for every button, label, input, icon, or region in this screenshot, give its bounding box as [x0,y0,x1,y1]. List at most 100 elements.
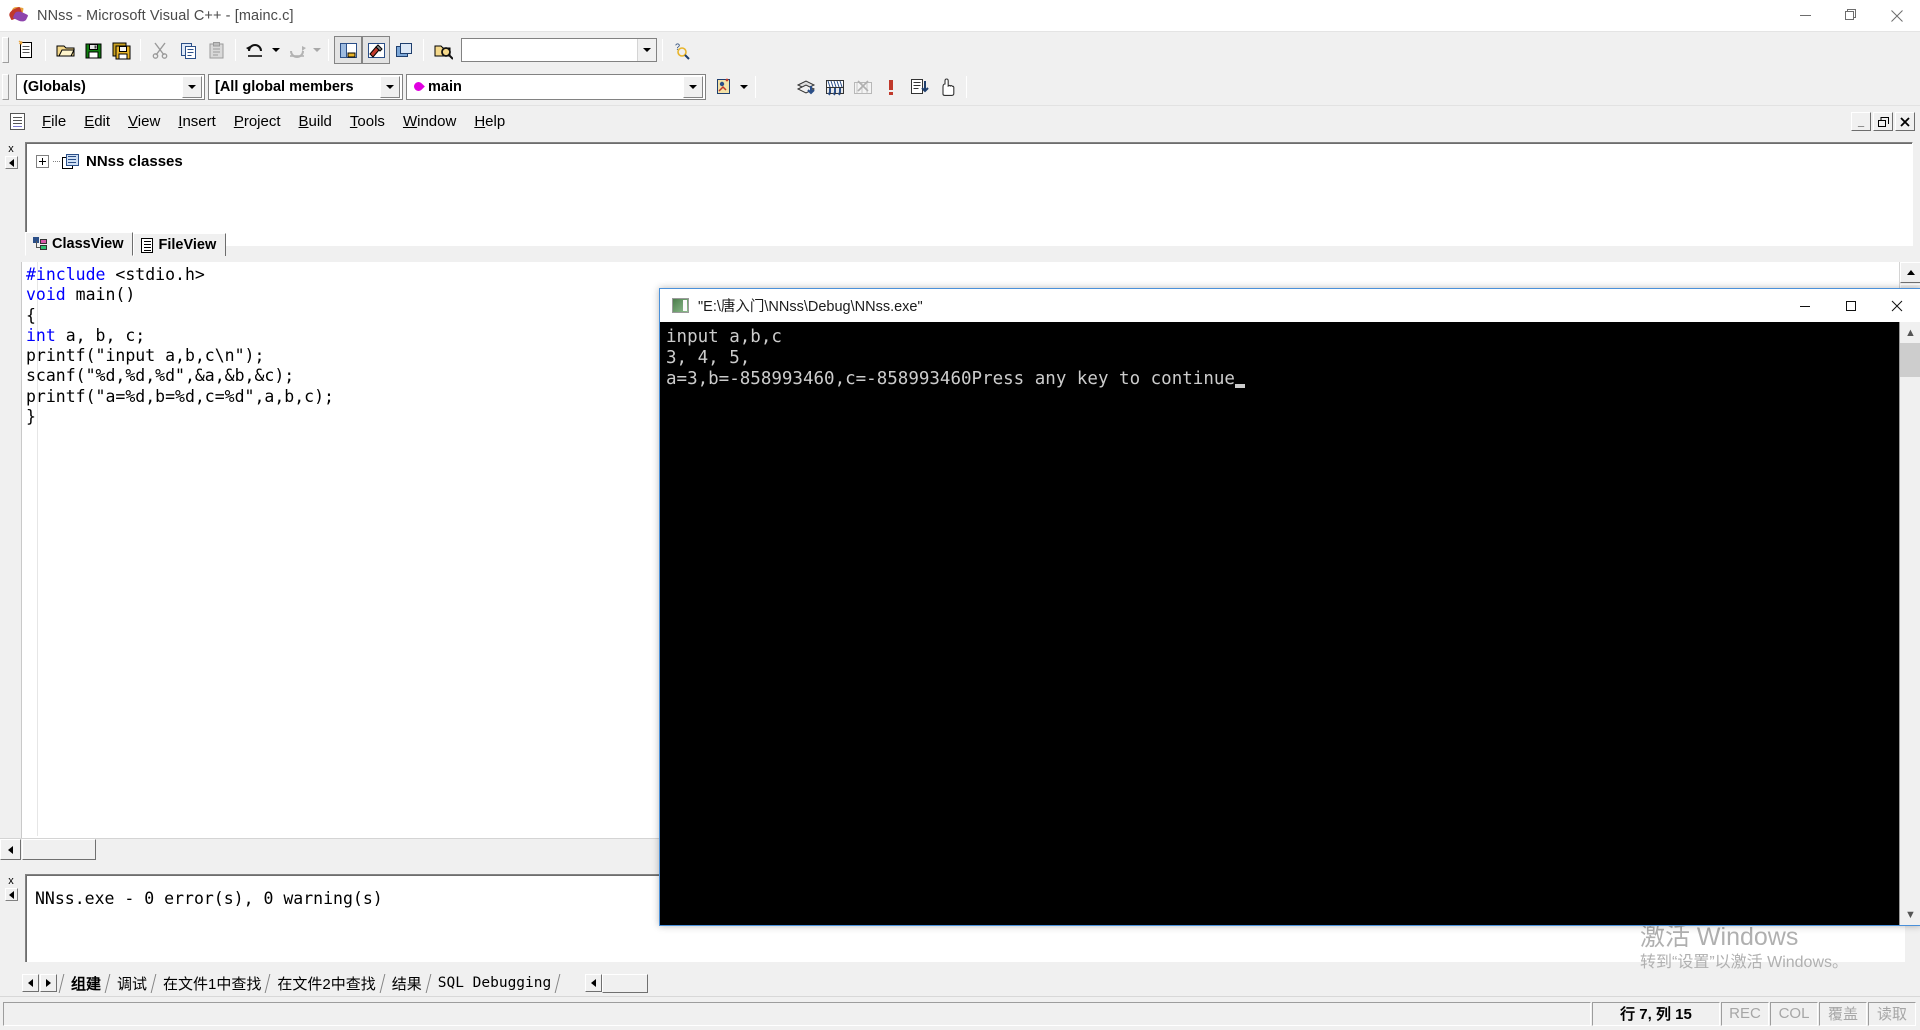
build-icon[interactable] [821,73,849,101]
console-titlebar[interactable]: "E:\唐入门\NNss\Debug\NNss.exe" [660,289,1920,322]
output-tab-sql-debugging[interactable]: SQL Debugging [436,975,554,991]
wizardbar-actions-icon[interactable] [709,73,737,101]
window-minimize-button[interactable] [1782,0,1828,32]
console-maximize-button[interactable] [1828,290,1874,322]
mdi-minimize-button[interactable]: _ [1851,112,1871,131]
tab-classview[interactable]: ClassView [25,232,134,256]
wizardbar-grip[interactable] [2,73,9,100]
output-tabs-scroll-left[interactable] [22,974,39,992]
output-tab-results[interactable]: 结果 [390,973,424,994]
go-debug-icon[interactable] [933,73,961,101]
new-text-file-icon[interactable] [12,36,40,64]
output-hscroll-left-button[interactable] [585,974,603,992]
console-cursor [1234,384,1245,388]
save-icon[interactable] [79,36,107,64]
output-tab-find-in-files-2[interactable]: 在文件2中查找 [275,973,377,994]
workspace-dock-button[interactable] [4,156,18,169]
menu-item-window[interactable]: Window [394,113,465,130]
open-folder-icon[interactable] [51,36,79,64]
window-close-button[interactable] [1874,0,1920,32]
menu-item-file[interactable]: File [33,113,75,130]
redo-icon[interactable] [282,36,310,64]
globals-combo-arrow-icon[interactable] [182,75,202,98]
classview-tree[interactable]: NNss classes [25,142,1913,246]
function-combo-arrow-icon[interactable] [683,75,703,98]
output-tab-find-in-files-1[interactable]: 在文件1中查找 [161,973,263,994]
window-maximize-button[interactable] [1828,0,1874,32]
find-in-files-icon[interactable] [429,36,457,64]
console-scroll-thumb[interactable] [1900,343,1920,377]
document-icon [10,113,25,130]
search-help-icon[interactable]: ? [668,36,696,64]
stop-build-icon[interactable] [877,73,905,101]
editor-scroll-up-button[interactable] [1900,262,1920,283]
menu-item-help[interactable]: Help [465,113,514,130]
console-close-button[interactable] [1874,290,1920,322]
menu-item-edit[interactable]: Edit [75,113,119,130]
execute-program-icon[interactable] [905,73,933,101]
classes-folder-icon [62,153,80,170]
globals-combo[interactable]: (Globals) [16,73,205,100]
menu-item-tools[interactable]: Tools [341,113,394,130]
mdi-close-button[interactable] [1895,112,1915,131]
menu-item-build[interactable]: Build [290,113,341,130]
editor-gutter [0,262,22,860]
tree-connector [53,161,60,162]
console-minimize-button[interactable] [1782,290,1828,322]
globals-combo-value: (Globals) [23,78,86,95]
workspace-window-icon[interactable] [334,36,362,64]
output-tab-build[interactable]: 组建 [69,973,103,994]
output-window-icon[interactable] [362,36,390,64]
editor-source-code[interactable]: #include <stdio.h> void main(){int a, b, … [26,265,334,427]
cut-scissors-icon[interactable] [146,36,174,64]
save-all-icon[interactable] [107,36,135,64]
output-tab-debug[interactable]: 调试 [115,973,149,994]
output-tabs-scroll-right[interactable] [40,974,57,992]
standard-toolbar: ? [0,32,1920,68]
mdi-restore-button[interactable] [1873,112,1893,131]
wizardbar-dropdown-button[interactable] [737,73,750,101]
workspace-close-button[interactable]: x [5,142,18,155]
copy-icon[interactable] [174,36,202,64]
toolbar-separator [140,39,141,61]
console-scroll-up-button[interactable]: ▲ [1900,322,1920,343]
members-combo-arrow-icon[interactable] [380,75,400,98]
menu-bar: File Edit View Insert Project Build Tool… [0,105,1920,137]
console-scrollbar[interactable]: ▲ ▼ [1899,322,1920,925]
tree-expand-icon[interactable] [36,155,49,168]
output-close-button[interactable]: x [5,874,18,887]
compile-icon[interactable] [793,73,821,101]
menu-item-project[interactable]: Project [225,113,290,130]
find-combo-arrow-icon[interactable] [637,39,656,61]
status-bar: 行 7, 列 15 REC COL 覆盖 读取 [0,996,1920,1030]
console-scroll-down-button[interactable]: ▼ [1900,904,1920,925]
tree-item-nnss-classes[interactable]: NNss classes [26,143,1912,170]
redo-dropdown-button[interactable] [310,36,323,64]
console-window-controls [1782,290,1920,322]
undo-dropdown-button[interactable] [269,36,282,64]
paste-clipboard-icon[interactable] [202,36,230,64]
find-combo-box[interactable] [461,38,657,62]
function-combo[interactable]: main [406,73,706,100]
window-titlebar: NNss - Microsoft Visual C++ - [mainc.c] [0,0,1920,32]
console-output-area[interactable]: input a,b,c 3, 4, 5, a=3,b=-858993460,c=… [660,322,1920,925]
status-indicator-readonly: 读取 [1868,1001,1916,1026]
editor-horizontal-scroll-thumb[interactable] [22,839,96,860]
tab-fileview[interactable]: FileView [133,233,227,256]
members-combo[interactable]: [All global members [208,73,403,100]
menu-item-insert[interactable]: Insert [169,113,225,130]
toolbar-separator [966,75,967,98]
mdi-window-controls: _ [1849,112,1915,131]
editor-scroll-left-button[interactable] [0,839,21,860]
wizardbar-toolbar: (Globals) [All global members main [0,68,1920,105]
code-line: scanf("%d,%d,%d",&a,&b,&c); [26,366,295,386]
fileview-icon [141,237,154,253]
output-dock-button[interactable] [4,888,18,901]
tab-divider [378,973,390,993]
output-hscroll-thumb[interactable] [602,973,649,993]
window-list-icon[interactable] [390,36,418,64]
console-window[interactable]: "E:\唐入门\NNss\Debug\NNss.exe" input a,b,c… [659,288,1920,926]
undo-icon[interactable] [241,36,269,64]
menu-item-view[interactable]: View [119,113,169,130]
toolbar-grip[interactable] [2,37,9,63]
